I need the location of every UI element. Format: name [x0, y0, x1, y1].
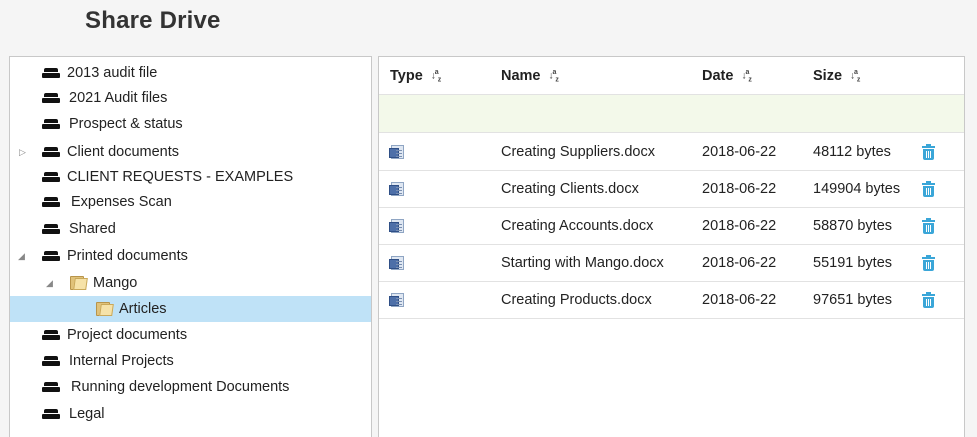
expand-icon[interactable]: ▷	[19, 147, 29, 157]
column-header-label: Size	[813, 68, 843, 84]
tree-item-label: 2013 audit file	[67, 65, 158, 81]
file-table: Type ↓az Name ↓az Date ↓az Size ↓az Crea…	[378, 56, 965, 437]
sort-icon[interactable]: ↓az	[850, 69, 860, 83]
tree-item-mango[interactable]: ◢ Mango	[10, 270, 371, 296]
file-date: 2018-06-22	[702, 292, 777, 308]
file-name[interactable]: Creating Accounts.docx	[501, 218, 653, 234]
drive-icon	[42, 224, 60, 234]
word-document-icon	[389, 256, 405, 271]
file-date: 2018-06-22	[702, 218, 777, 234]
tree-item-internal-projects[interactable]: Internal Projects	[10, 348, 371, 374]
page-header: Share Drive	[0, 0, 977, 46]
sort-icon[interactable]: ↓az	[549, 69, 559, 83]
file-date: 2018-06-22	[702, 255, 777, 271]
drive-icon	[42, 197, 60, 207]
file-size: 58870 bytes	[813, 218, 893, 234]
drive-icon	[42, 330, 60, 340]
drive-icon	[42, 119, 60, 129]
folder-icon	[96, 301, 114, 316]
tree-item-prospect-status[interactable]: Prospect & status	[10, 111, 371, 137]
tree-item-project-documents[interactable]: Project documents	[10, 322, 371, 348]
tree-item-label: Running development Documents	[71, 379, 290, 395]
table-row[interactable]: Creating Clients.docx 2018-06-22 149904 …	[379, 171, 964, 208]
tree-item-legal[interactable]: Legal	[10, 401, 371, 427]
tree-item-2021-audit-files[interactable]: 2021 Audit files	[10, 85, 371, 111]
tree-item-label: Articles	[119, 301, 167, 317]
tree-item-client-requests-examples[interactable]: CLIENT REQUESTS - EXAMPLES	[10, 164, 371, 190]
trash-icon[interactable]	[922, 292, 935, 308]
drive-icon	[42, 147, 60, 157]
filter-row[interactable]	[379, 95, 964, 133]
sort-icon[interactable]: ↓az	[431, 69, 441, 83]
table-row[interactable]: Creating Products.docx 2018-06-22 97651 …	[379, 282, 964, 319]
tree-item-label: Prospect & status	[69, 116, 183, 132]
drive-icon	[42, 93, 60, 103]
tree-item-label: Internal Projects	[69, 353, 174, 369]
column-header-size[interactable]: Size ↓az	[813, 68, 860, 84]
collapse-icon[interactable]: ◢	[18, 251, 28, 261]
folder-icon	[70, 275, 88, 290]
file-size: 55191 bytes	[813, 255, 893, 271]
file-date: 2018-06-22	[702, 144, 777, 160]
tree-item-client-documents[interactable]: ▷ Client documents	[10, 139, 371, 165]
file-name[interactable]: Creating Clients.docx	[501, 181, 639, 197]
file-name[interactable]: Starting with Mango.docx	[501, 255, 664, 271]
tree-item-label: Expenses Scan	[71, 194, 172, 210]
table-row[interactable]: Creating Suppliers.docx 2018-06-22 48112…	[379, 134, 964, 171]
tree-item-expenses-scan[interactable]: Expenses Scan	[10, 189, 371, 215]
table-row[interactable]: Starting with Mango.docx 2018-06-22 5519…	[379, 245, 964, 282]
word-document-icon	[389, 219, 405, 234]
tree-item-label: Legal	[69, 406, 105, 422]
word-document-icon	[389, 182, 405, 197]
tree-item-label: Project documents	[67, 327, 188, 343]
trash-icon[interactable]	[922, 144, 935, 160]
drive-icon	[42, 68, 60, 78]
tree-item-2013-audit-file[interactable]: 2013 audit file	[10, 60, 371, 86]
folder-tree: 2013 audit file 2021 Audit files Prospec…	[9, 56, 372, 437]
column-header-name[interactable]: Name ↓az	[501, 68, 559, 84]
table-row[interactable]: Creating Accounts.docx 2018-06-22 58870 …	[379, 208, 964, 245]
word-document-icon	[389, 293, 405, 308]
file-size: 97651 bytes	[813, 292, 893, 308]
tree-item-label: Shared	[69, 221, 116, 237]
trash-icon[interactable]	[922, 255, 935, 271]
column-header-label: Date	[702, 68, 734, 84]
sort-icon[interactable]: ↓az	[741, 69, 751, 83]
drive-icon	[42, 251, 60, 261]
tree-item-label: Client documents	[67, 144, 180, 160]
drive-icon	[42, 382, 60, 392]
file-name[interactable]: Creating Suppliers.docx	[501, 144, 655, 160]
file-name[interactable]: Creating Products.docx	[501, 292, 652, 308]
trash-icon[interactable]	[922, 181, 935, 197]
tree-item-label: Printed documents	[67, 248, 188, 264]
tree-item-label: Mango	[93, 275, 138, 291]
collapse-icon[interactable]: ◢	[46, 278, 56, 288]
tree-item-shared[interactable]: Shared	[10, 216, 371, 242]
file-size: 149904 bytes	[813, 181, 901, 197]
column-header-label: Name	[501, 68, 541, 84]
table-header: Type ↓az Name ↓az Date ↓az Size ↓az	[379, 57, 964, 95]
column-header-label: Type	[390, 68, 423, 84]
trash-icon[interactable]	[922, 218, 935, 234]
page-title: Share Drive	[85, 7, 221, 34]
drive-icon	[42, 172, 60, 182]
word-document-icon	[389, 145, 405, 160]
tree-item-label: CLIENT REQUESTS - EXAMPLES	[67, 169, 294, 185]
drive-icon	[42, 356, 60, 366]
tree-item-running-development-documents[interactable]: Running development Documents	[10, 374, 371, 400]
column-header-date[interactable]: Date ↓az	[702, 68, 752, 84]
tree-item-articles[interactable]: Articles	[10, 296, 371, 322]
column-header-type[interactable]: Type ↓az	[390, 68, 441, 84]
drive-icon	[42, 409, 60, 419]
file-size: 48112 bytes	[813, 144, 891, 160]
tree-item-label: 2021 Audit files	[69, 90, 168, 106]
file-date: 2018-06-22	[702, 181, 777, 197]
tree-item-printed-documents[interactable]: ◢ Printed documents	[10, 243, 371, 269]
